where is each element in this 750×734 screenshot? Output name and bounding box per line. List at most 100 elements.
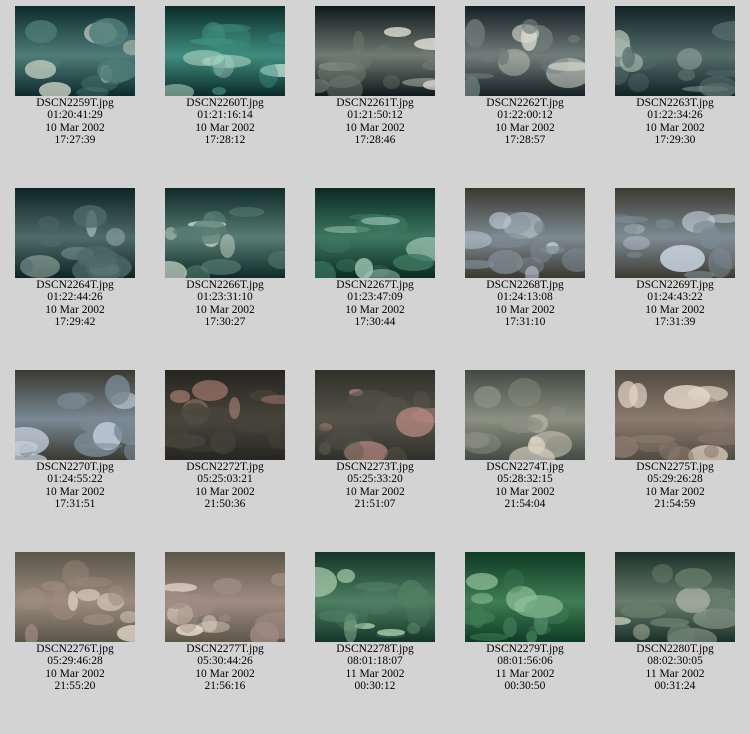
photo-texture [41, 580, 66, 591]
photo-texture [348, 389, 392, 409]
thumbnail-image-link[interactable] [315, 6, 435, 96]
timecode: 01:22:44:26 [47, 291, 103, 304]
photo-texture [211, 86, 227, 96]
photo-texture [213, 577, 242, 595]
timecode: 01:24:13:08 [497, 291, 553, 304]
photo-texture [540, 246, 565, 254]
photo-texture [465, 18, 486, 48]
thumbnail-cell: DSCN2279T.jpg 08:01:56:06 11 Mar 2002 00… [450, 552, 600, 693]
photo-texture [561, 248, 585, 272]
thumbnail-image-link[interactable] [15, 370, 135, 460]
thumbnail-image-link[interactable] [15, 552, 135, 642]
photo-texture [659, 244, 705, 273]
photo-texture [57, 393, 87, 410]
photo-texture [382, 75, 400, 90]
capture-time: 17:29:42 [54, 316, 96, 329]
thumbnail-caption: DSCN2279T.jpg 08:01:56:06 11 Mar 2002 00… [450, 643, 600, 693]
photo-texture [406, 601, 430, 628]
thumbnail-cell: DSCN2276T.jpg 05:29:46:28 10 Mar 2002 21… [0, 552, 150, 693]
thumbnail-image-link[interactable] [465, 188, 585, 278]
photo-texture [684, 270, 715, 278]
photo-texture [359, 586, 394, 616]
timecode: 05:30:44:26 [197, 655, 253, 668]
file-name: DSCN2270T.jpg [36, 461, 114, 473]
thumbnail-image-link[interactable] [165, 188, 285, 278]
thumbnail-gallery: DSCN2259T.jpg 01:20:41:29 10 Mar 2002 17… [0, 0, 750, 734]
photo-texture [89, 17, 129, 47]
thumbnail-image-link[interactable] [315, 370, 435, 460]
thumbnail-cell: DSCN2266T.jpg 01:23:31:10 10 Mar 2002 17… [150, 188, 300, 329]
photo-texture [343, 440, 364, 460]
photo-texture [700, 82, 735, 96]
thumbnail-cell: DSCN2273T.jpg 05:25:33:20 10 Mar 2002 21… [300, 370, 450, 511]
thumbnail-cell: DSCN2262T.jpg 01:22:00:12 10 Mar 2002 17… [450, 6, 600, 147]
timecode: 01:22:00:12 [497, 109, 553, 122]
photo-texture [465, 432, 501, 455]
file-name: DSCN2263T.jpg [636, 97, 714, 109]
photo-texture [503, 569, 524, 594]
thumbnail-image-link[interactable] [165, 552, 285, 642]
photo-texture [668, 446, 695, 460]
thumbnail-caption: DSCN2272T.jpg 05:25:03:21 10 Mar 2002 21… [150, 461, 300, 511]
capture-time: 21:54:59 [654, 498, 696, 511]
timecode: 01:22:34:26 [647, 109, 703, 122]
photo-texture [508, 377, 541, 407]
photo-texture [25, 19, 58, 43]
photo-texture [228, 396, 240, 420]
photo-texture [497, 47, 509, 66]
photo-texture [334, 50, 372, 72]
photo-texture [622, 235, 650, 251]
thumbnail-cell: DSCN2277T.jpg 05:30:44:26 10 Mar 2002 21… [150, 552, 300, 693]
photo-texture [474, 385, 501, 409]
file-name: DSCN2269T.jpg [636, 279, 714, 291]
thumbnail-image-link[interactable] [15, 6, 135, 96]
thumbnail-cell: DSCN2269T.jpg 01:24:43:22 10 Mar 2002 17… [600, 188, 750, 329]
thumbnail-image-link[interactable] [465, 6, 585, 96]
photo-texture [267, 32, 285, 44]
photo-texture [319, 441, 332, 455]
capture-time: 17:29:30 [654, 134, 696, 147]
thumbnail-image-link[interactable] [15, 188, 135, 278]
capture-date: 11 Mar 2002 [345, 667, 405, 680]
photo-texture [213, 54, 235, 79]
photo-texture [697, 405, 730, 430]
thumbnail-image-link[interactable] [315, 552, 435, 642]
thumbnail-image-link[interactable] [165, 370, 285, 460]
thumbnail-image-link[interactable] [465, 552, 585, 642]
capture-date: 10 Mar 2002 [195, 667, 255, 680]
photo-texture [652, 564, 674, 584]
thumbnail-image-link[interactable] [615, 370, 735, 460]
thumbnail-cell: DSCN2259T.jpg 01:20:41:29 10 Mar 2002 17… [0, 6, 150, 147]
photo-texture [383, 27, 411, 37]
photo-texture [123, 40, 135, 55]
capture-time: 17:31:39 [654, 316, 696, 329]
timecode: 08:01:18:07 [347, 655, 403, 668]
photo-texture [470, 592, 493, 604]
thumbnail-image-link[interactable] [165, 6, 285, 96]
thumbnail-image-link[interactable] [615, 6, 735, 96]
photo-texture [119, 610, 135, 624]
thumbnail-image-link[interactable] [465, 370, 585, 460]
thumbnail-caption: DSCN2269T.jpg 01:24:43:22 10 Mar 2002 17… [600, 279, 750, 329]
capture-date: 10 Mar 2002 [495, 121, 555, 134]
photo-texture [336, 568, 355, 584]
thumbnail-caption: DSCN2267T.jpg 01:23:47:09 10 Mar 2002 17… [300, 279, 450, 329]
photo-texture [212, 39, 251, 54]
timecode: 01:23:31:10 [197, 291, 253, 304]
thumbnail-image-link[interactable] [615, 188, 735, 278]
photo-texture [502, 415, 543, 433]
photo-texture [73, 205, 108, 228]
capture-time: 21:50:36 [204, 498, 246, 511]
capture-time: 17:28:46 [354, 134, 396, 147]
thumbnail-image-link[interactable] [315, 188, 435, 278]
photo-texture [37, 215, 60, 231]
photo-texture [465, 609, 496, 625]
photo-texture [191, 380, 229, 402]
thumbnail-image-link[interactable] [615, 552, 735, 642]
capture-date: 10 Mar 2002 [645, 485, 705, 498]
file-name: DSCN2272T.jpg [186, 461, 264, 473]
capture-date: 10 Mar 2002 [45, 303, 105, 316]
capture-date: 10 Mar 2002 [345, 121, 405, 134]
photo-texture [271, 572, 285, 587]
photo-texture [529, 623, 552, 635]
